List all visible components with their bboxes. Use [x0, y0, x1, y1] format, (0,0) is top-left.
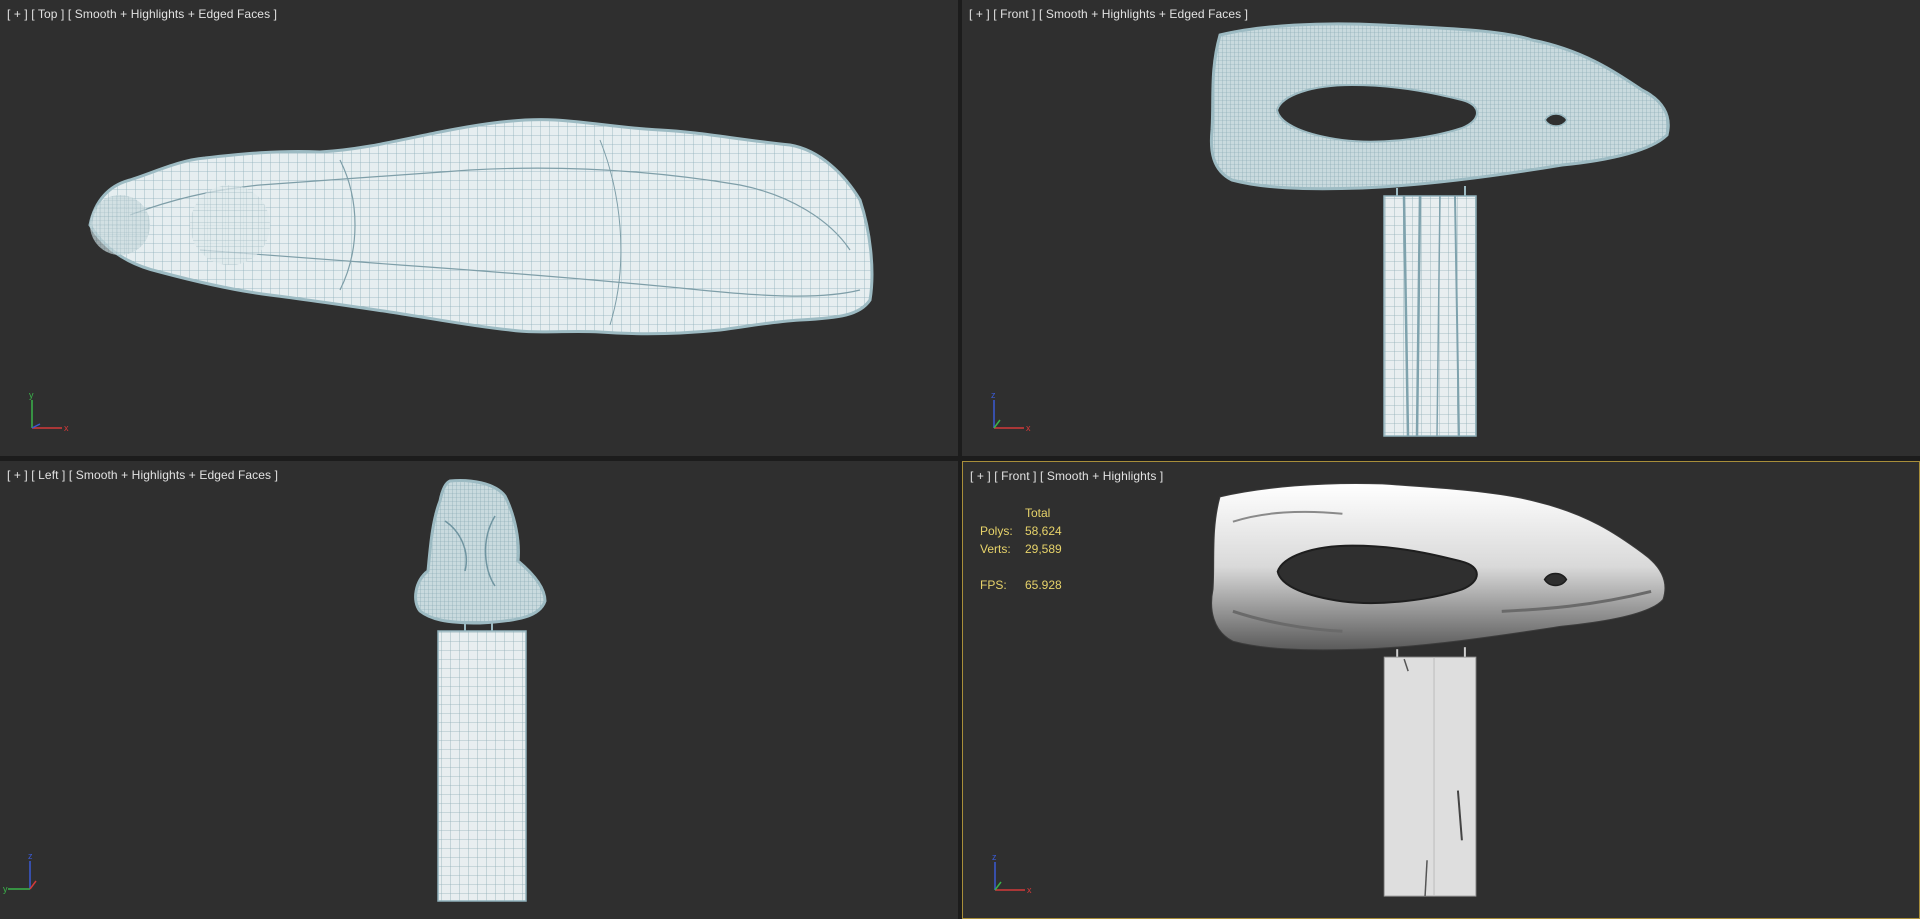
axis-label-a: z: [992, 852, 997, 862]
viewport-left[interactable]: [ + ] [ Left ] [ Smooth + Highlights + E…: [0, 461, 958, 919]
rock-front-view-shaded: [1211, 482, 1666, 897]
viewport-front[interactable]: [ + ] [ Front ] [ Smooth + Highlights + …: [962, 0, 1920, 456]
axis-gizmo-front: z x: [991, 390, 1031, 433]
axis-label-b: x: [1027, 885, 1032, 895]
axis-label-a: y: [29, 390, 34, 400]
axis-gizmo-top: y x: [29, 390, 69, 433]
axis-label-b: x: [64, 423, 69, 433]
axis-gizmo-left: z y: [3, 851, 37, 894]
app-window: [ + ] [ Top ] [ Smooth + Highlights + Ed…: [0, 0, 1920, 919]
rock-front-view-wire: [1209, 22, 1670, 437]
axis-label-a: z: [28, 851, 33, 861]
axis-gizmo-front-shaded: z x: [992, 852, 1032, 895]
axis-label-b: y: [3, 884, 8, 894]
axis-label-b: x: [1026, 423, 1031, 433]
axis-label-a: z: [991, 390, 996, 400]
rock-top-view: [88, 118, 874, 336]
viewport-top[interactable]: [ + ] [ Top ] [ Smooth + Highlights + Ed…: [0, 0, 958, 456]
rock-left-view: [414, 479, 547, 902]
viewport-front-shaded[interactable]: [ + ] [ Front ] [ Smooth + Highlights ] …: [962, 461, 1920, 919]
